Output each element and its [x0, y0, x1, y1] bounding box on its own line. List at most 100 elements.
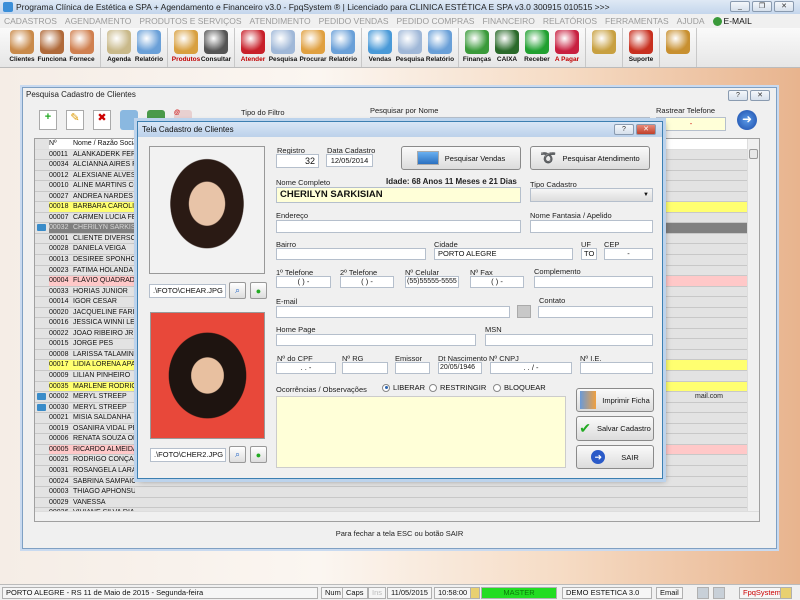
contato-input[interactable] [538, 306, 653, 318]
close-button[interactable]: ✕ [774, 1, 794, 12]
toolbar-group: Suporte [623, 28, 660, 67]
menu-item[interactable]: PEDIDO VENDAS [319, 14, 389, 28]
toolbar-button[interactable]: Produtos [171, 28, 201, 67]
search-sales-button[interactable]: Pesquisar Vendas [401, 146, 521, 170]
toolbar-button[interactable]: Receber [522, 28, 552, 67]
toolbar-button[interactable]: Relatório [425, 28, 455, 67]
send-email-button[interactable] [517, 305, 531, 318]
photo-1-load-button[interactable]: ● [250, 282, 267, 299]
column-header-name[interactable]: Nome / Razão Social [73, 139, 135, 149]
endereco-input[interactable] [276, 220, 521, 233]
dialog-help-button[interactable]: ? [614, 124, 634, 135]
celular-input[interactable]: (55)55555-5555 [405, 276, 459, 288]
radio-bloquear[interactable]: BLOQUEAR [493, 383, 546, 392]
status-email[interactable]: Email [656, 587, 683, 599]
cep-input[interactable]: - [604, 248, 653, 260]
toolbar-button[interactable]: Atender [238, 28, 268, 67]
complemento-input[interactable] [534, 276, 653, 288]
menu-email-label: E-MAIL [723, 16, 752, 26]
toolbar-button[interactable]: Procurar [298, 28, 328, 67]
toolbar-button[interactable]: Agenda [104, 28, 134, 67]
fax-input[interactable]: ( ) - [470, 276, 524, 288]
toolbar-button[interactable]: Relatório [328, 28, 358, 67]
ie-input[interactable] [580, 362, 653, 374]
cidade-input[interactable]: PORTO ALEGRE [434, 248, 573, 260]
minimize-button[interactable]: _ [730, 1, 750, 12]
photo-2-search-button[interactable]: ⌕ [229, 446, 246, 463]
toolbar-button[interactable] [589, 28, 619, 67]
dialog-close-button[interactable]: ✕ [636, 124, 656, 135]
menu-item[interactable]: AGENDAMENTO [65, 14, 131, 28]
photo-2-path-input[interactable]: .\FOTO\CHER2.JPG [150, 448, 226, 462]
toolbar-button[interactable]: Finanças [462, 28, 492, 67]
menu-item[interactable]: PRODUTOS E SERVIÇOS [139, 14, 241, 28]
column-header-number[interactable]: Nº [49, 139, 73, 149]
toolbar-button[interactable]: Fornece [67, 28, 97, 67]
delete-icon[interactable]: ✖ [93, 110, 111, 130]
save-record-button[interactable]: ✔ Salvar Cadastro [576, 416, 654, 441]
emissor-input[interactable] [395, 362, 430, 374]
row-indicator [35, 318, 49, 328]
bairro-input[interactable] [276, 248, 426, 260]
toolbar-button[interactable]: Consultar [201, 28, 231, 67]
search-service-button[interactable]: ➰ Pesquisar Atendimento [530, 146, 650, 170]
radio-liberar[interactable]: LIBERAR [382, 383, 425, 392]
exit-button[interactable]: ➜ SAIR [576, 445, 654, 469]
menu-item[interactable]: FERRAMENTAS [605, 14, 669, 28]
tel2-input[interactable]: ( ) - [340, 276, 394, 288]
menu-item[interactable]: FINANCEIRO [482, 14, 534, 28]
tel1-input[interactable]: ( ) - [276, 276, 331, 288]
fantasia-input[interactable] [530, 220, 653, 233]
toolbar-button[interactable]: A Pagar [552, 28, 582, 67]
help-button[interactable]: ? [728, 90, 748, 101]
grid-horizontal-scrollbar[interactable] [35, 511, 759, 521]
uf-input[interactable]: TO [581, 248, 597, 260]
menu-item-email[interactable]: E-MAIL [712, 14, 752, 28]
track-phone-input[interactable]: - [656, 117, 726, 131]
photo-1-path-input[interactable]: .\FOTO\CHEAR.JPG [149, 284, 226, 298]
go-arrow-button[interactable]: ➜ [737, 110, 757, 130]
calculator-icon[interactable] [713, 587, 725, 599]
toolbar-icon [70, 30, 94, 54]
homepage-input[interactable] [276, 334, 476, 346]
radio-restringir[interactable]: RESTRINGIR [429, 383, 486, 392]
toolbar-button[interactable]: Clientes [7, 28, 37, 67]
toolbar-button[interactable]: Pesquisa [395, 28, 425, 67]
print-record-button[interactable]: Imprimir Ficha [576, 388, 654, 412]
close-search-window-button[interactable]: ✕ [750, 90, 770, 101]
nascimento-input[interactable]: 20/05/1946 [438, 362, 482, 374]
grid-vertical-scrollbar[interactable] [747, 139, 759, 521]
menu-item[interactable]: CADASTROS [4, 14, 57, 28]
toolbar-button[interactable]: Vendas [365, 28, 395, 67]
toolbar-button[interactable] [663, 28, 693, 67]
rg-input[interactable] [342, 362, 388, 374]
maximize-button[interactable]: ❐ [752, 1, 772, 12]
photo-1-search-button[interactable]: ⌕ [229, 282, 246, 299]
toolbar-button[interactable]: Funciona [37, 28, 67, 67]
toolbar-button[interactable]: Suporte [626, 28, 656, 67]
menu-item[interactable]: ATENDIMENTO [250, 14, 311, 28]
data-cadastro-input[interactable]: 12/05/2014 [326, 154, 373, 167]
table-row[interactable]: 00003 THIAGO APHONSUS [35, 487, 759, 498]
toolbar-button[interactable]: Pesquisa [268, 28, 298, 67]
nome-input[interactable]: CHERILYN SARKISIAN [276, 187, 521, 203]
add-icon[interactable]: + [39, 110, 57, 130]
toolbar-button[interactable]: Relatório [134, 28, 164, 67]
printer-icon[interactable] [697, 587, 709, 599]
toolbar-button[interactable]: CAIXA [492, 28, 522, 67]
menu-item[interactable]: RELATÓRIOS [543, 14, 597, 28]
observacoes-textarea[interactable] [276, 396, 566, 468]
photo-2-load-button[interactable]: ● [250, 446, 267, 463]
toolbar-label: Finanças [462, 56, 492, 63]
cnpj-input[interactable]: . . / - [490, 362, 572, 374]
cpf-input[interactable]: . . - [276, 362, 336, 374]
registro-input[interactable]: 32 [276, 154, 319, 168]
msn-input[interactable] [485, 334, 653, 346]
tipo-cadastro-select[interactable]: ▼ [530, 188, 653, 202]
print-icon[interactable] [120, 110, 138, 130]
edit-icon[interactable]: ✎ [66, 110, 84, 130]
menu-item[interactable]: PEDIDO COMPRAS [397, 14, 475, 28]
menu-item[interactable]: AJUDA [677, 14, 705, 28]
table-row[interactable]: 00029 VANESSA [35, 497, 759, 509]
email-input[interactable] [276, 306, 510, 318]
